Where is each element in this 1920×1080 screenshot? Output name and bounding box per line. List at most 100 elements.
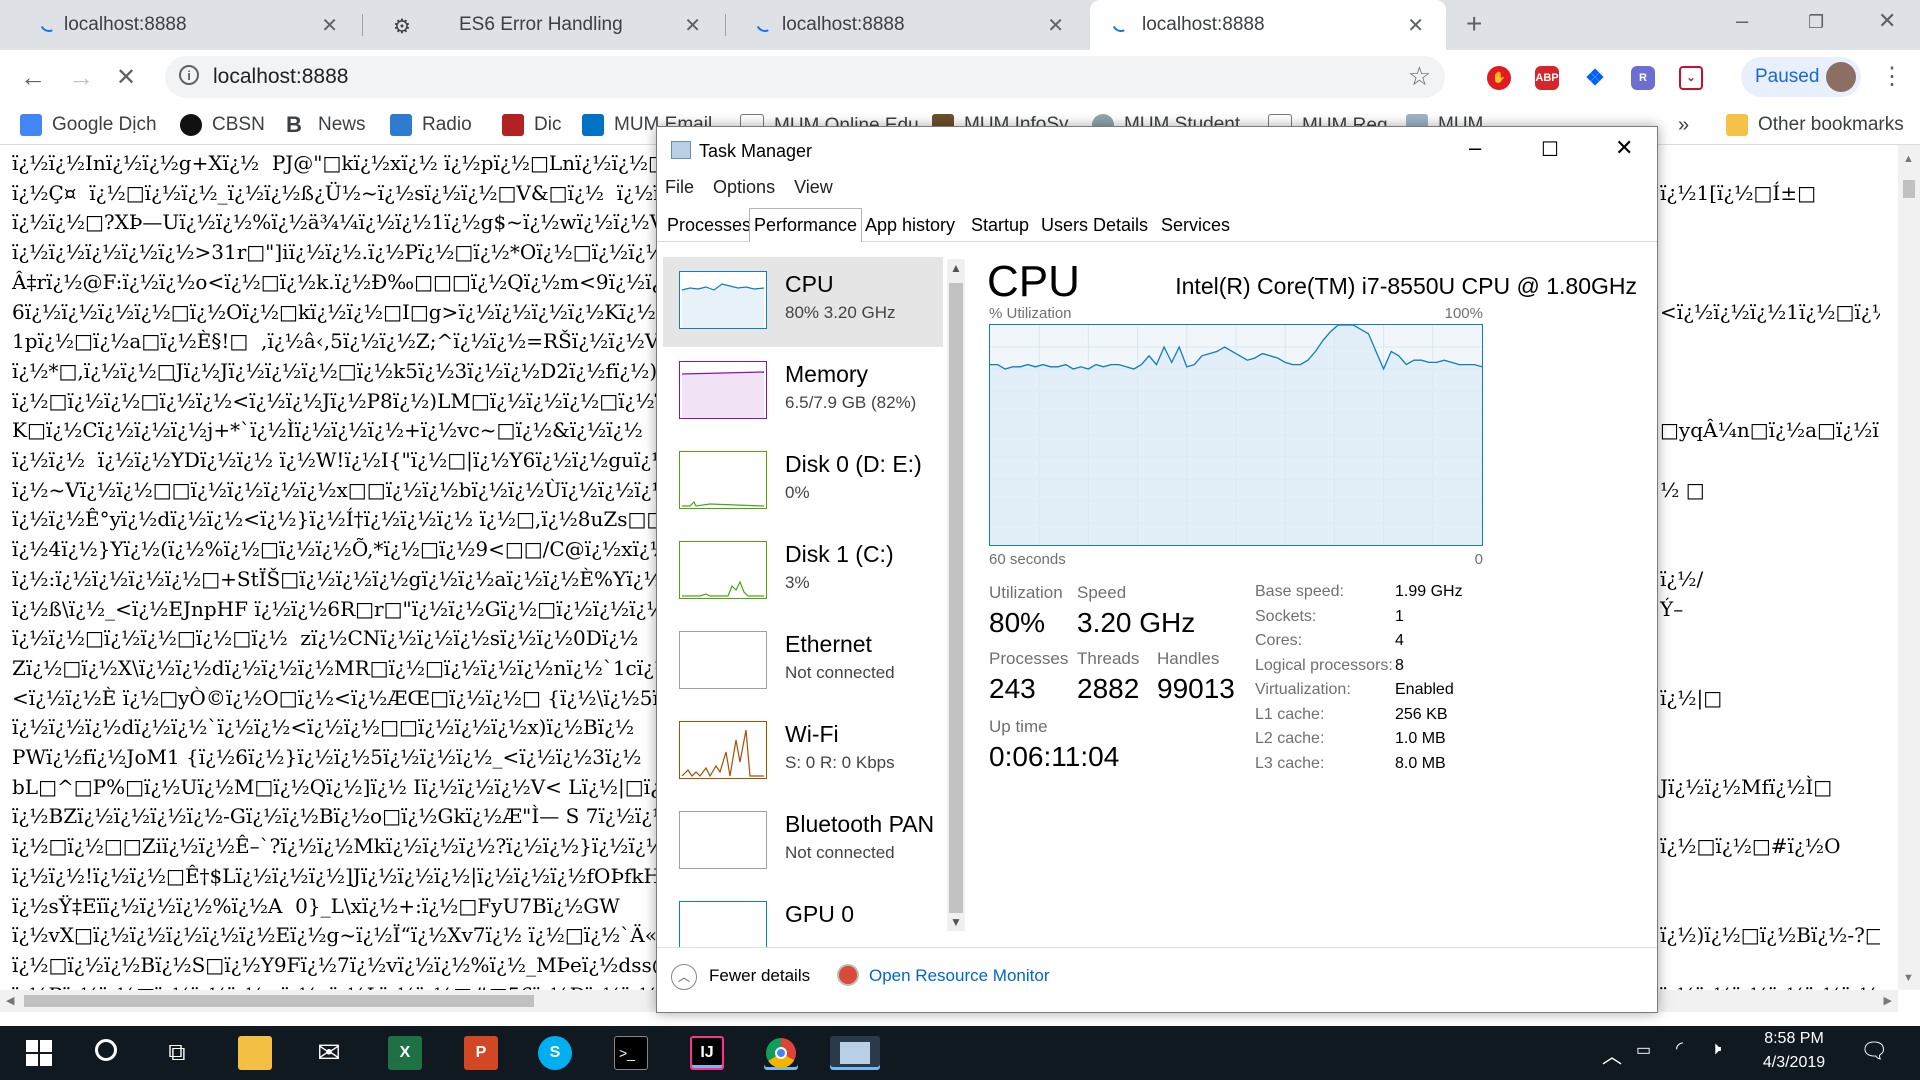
pocket-extension-icon[interactable]: ⌄ <box>1679 66 1703 90</box>
other-bookmarks[interactable]: Other bookmarks <box>1726 114 1904 136</box>
forward-icon[interactable]: → <box>68 62 94 93</box>
close-icon[interactable]: ✕ <box>1047 13 1064 38</box>
r-extension-icon[interactable]: R <box>1631 66 1655 90</box>
spec-value: 1.0 MB <box>1395 730 1446 747</box>
page-text-line: ï¿½ï¿½Inï¿½ï¿½g+Xï¿½ PJ@"□kï¿½xï¿½ ï¿½pï… <box>12 151 667 175</box>
intellij-icon[interactable]: IJ <box>690 1036 724 1070</box>
close-icon[interactable]: ✕ <box>684 13 701 38</box>
url-text[interactable]: localhost:8888 <box>213 65 348 89</box>
new-tab-icon[interactable]: + <box>1466 8 1482 40</box>
tab-performance[interactable]: Performance <box>749 208 863 242</box>
abp-extension-icon[interactable]: ABP <box>1535 66 1559 90</box>
window-close-icon[interactable]: ✕ <box>1878 8 1896 34</box>
address-bar[interactable]: i localhost:8888 ☆ <box>165 56 1445 98</box>
menu-file[interactable]: File <box>665 177 694 197</box>
start-icon[interactable] <box>22 1036 56 1070</box>
scroll-thumb[interactable] <box>949 283 963 913</box>
adblock-extension-icon[interactable]: ✋ <box>1487 66 1511 90</box>
cortana-icon[interactable] <box>92 1036 126 1070</box>
title-bar[interactable]: Task Manager – ☐ ✕ <box>657 127 1657 165</box>
speed-label: Speed <box>1077 583 1127 602</box>
tab-services[interactable]: Services <box>1157 213 1234 238</box>
resource-item-disk-1-c[interactable]: Disk 1 (C:) 3% <box>663 527 943 617</box>
resource-item-cpu[interactable]: CPU 80% 3.20 GHz <box>663 257 943 347</box>
volume-muted-icon[interactable]: 🕨 <box>1710 1038 1721 1059</box>
resource-item-memory[interactable]: Memory 6.5/7.9 GB (82%) <box>663 347 943 437</box>
menu-options[interactable]: Options <box>713 177 775 197</box>
fewer-details-button[interactable]: Fewer details <box>709 966 810 986</box>
dropbox-extension-icon[interactable]: ❖ <box>1583 66 1607 90</box>
battery-icon[interactable]: ▭ <box>1636 1040 1651 1060</box>
vertical-scrollbar[interactable]: ▲ ▼ <box>1898 145 1920 990</box>
scroll-left-icon[interactable]: ◀ <box>6 994 14 1007</box>
tab-app-history[interactable]: App history <box>861 213 959 238</box>
close-icon[interactable]: ✕ <box>321 13 338 38</box>
chrome-menu-icon[interactable]: ⋮ <box>1880 62 1904 91</box>
excel-icon[interactable]: X <box>388 1036 422 1070</box>
close-icon[interactable]: ✕ <box>1407 13 1424 38</box>
chrome-icon[interactable] <box>764 1036 798 1070</box>
page-text-line: ï¿½Bï¿½ï¿½□ï¿½ï¿½ï¿½wï¿½eï¿½Þï¿½ï¿½□#□56… <box>12 983 659 990</box>
resource-value: 3% <box>785 573 810 592</box>
resource-item-wi-fi[interactable]: Wi-Fi S: 0 R: 0 Kbps <box>663 707 943 797</box>
page-text-line: ï¿½□ï¿½□□Ziï¿½ï¿½Ê–`?ï¿½ï¿½Mkï¿½ï¿½ï¿½?ï… <box>12 834 665 859</box>
cpu-utilization-area <box>990 325 1482 545</box>
scroll-up-icon[interactable]: ▲ <box>950 261 962 275</box>
tab-users[interactable]: Users <box>1037 213 1092 238</box>
skype-icon[interactable]: S <box>538 1036 572 1070</box>
tab-4-active[interactable]: localhost:8888 ✕ <box>1090 0 1446 50</box>
tab-3[interactable]: localhost:8888 ✕ <box>726 0 1086 50</box>
wifi-icon[interactable]: ◜ <box>1676 1038 1683 1059</box>
task-view-icon[interactable]: ⧉ <box>160 1036 194 1070</box>
tab-details[interactable]: Details <box>1089 213 1152 238</box>
bookmark-dic[interactable]: Dic <box>502 114 561 136</box>
scroll-thumb[interactable] <box>1903 180 1915 198</box>
more-bookmarks-chevron[interactable]: » <box>1678 114 1689 137</box>
bookmark-label: Dic <box>534 114 562 135</box>
resource-list-scrollbar[interactable]: ▲ ▼ <box>947 259 965 931</box>
scroll-down-icon[interactable]: ▼ <box>1903 972 1914 984</box>
powerpoint-icon[interactable]: P <box>464 1036 498 1070</box>
notifications-icon[interactable]: 🗨 <box>1860 1038 1888 1064</box>
mail-icon[interactable]: ✉ <box>312 1036 346 1070</box>
spec-label: L3 cache: <box>1255 754 1325 772</box>
minimize-icon[interactable]: – <box>1469 135 1481 161</box>
tab-1[interactable]: localhost:8888 ✕ <box>0 0 360 50</box>
scroll-down-icon[interactable]: ▼ <box>950 915 962 929</box>
maximize-icon[interactable]: ☐ <box>1541 137 1559 162</box>
resource-thumbnail <box>679 451 767 509</box>
chevron-label: » <box>1678 114 1690 136</box>
resource-item-bluetooth-pan[interactable]: Bluetooth PAN Not connected <box>663 797 943 887</box>
tab-2[interactable]: ⚙ ES6 Error Handling ✕ <box>363 0 723 50</box>
bookmark-google-dich[interactable]: Google Dịch <box>20 114 157 136</box>
bookmark-radio[interactable]: Radio <box>390 114 472 136</box>
stop-loading-icon[interactable]: ✕ <box>116 63 136 92</box>
resource-item-ethernet[interactable]: Ethernet Not connected <box>663 617 943 707</box>
close-icon[interactable]: ✕ <box>1615 135 1633 161</box>
resource-item-disk-0-d-e[interactable]: Disk 0 (D: E:) 0% <box>663 437 943 527</box>
bookmark-news[interactable]: B News <box>286 114 366 136</box>
bookmark-star-icon[interactable]: ☆ <box>1408 61 1431 92</box>
tab-processes[interactable]: Processes <box>663 213 755 238</box>
scroll-thumb[interactable] <box>24 995 534 1007</box>
clock[interactable]: 8:58 PM 4/3/2019 <box>1754 1030 1834 1072</box>
info-icon[interactable]: i <box>179 65 199 85</box>
menu-view[interactable]: View <box>794 177 833 197</box>
restore-icon[interactable]: ❐ <box>1808 12 1824 33</box>
resource-value: 0% <box>785 483 810 502</box>
file-explorer-icon[interactable] <box>238 1036 272 1070</box>
tab-startup[interactable]: Startup <box>967 213 1033 238</box>
task-manager-icon[interactable] <box>830 1036 880 1070</box>
avatar[interactable] <box>1826 62 1856 92</box>
chevron-up-icon[interactable]: ︿ <box>1602 1040 1622 1069</box>
resource-thumbnail <box>679 811 767 869</box>
back-icon[interactable]: ← <box>20 62 46 93</box>
scroll-up-icon[interactable]: ▲ <box>1903 153 1914 165</box>
terminal-icon[interactable]: >_ <box>614 1036 648 1070</box>
resource-item-gpu-0[interactable]: GPU 0 <box>663 887 943 947</box>
open-resource-monitor-link[interactable]: Open Resource Monitor <box>869 966 1049 986</box>
chevron-up-icon[interactable]: ︿ <box>671 964 697 990</box>
bookmark-cbsn[interactable]: CBSN <box>180 114 265 136</box>
scroll-right-icon[interactable]: ▶ <box>1884 994 1892 1007</box>
minimize-icon[interactable]: – <box>1736 8 1748 34</box>
